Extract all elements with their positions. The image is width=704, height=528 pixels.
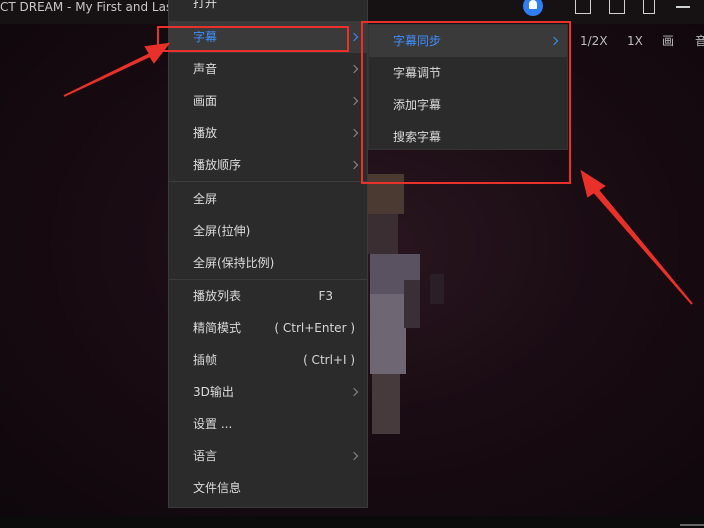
bottom-control-strip bbox=[0, 516, 704, 528]
annotation-arrows bbox=[63, 42, 693, 305]
arrow-right-annotation bbox=[580, 169, 693, 305]
arrow-left-annotation bbox=[63, 42, 171, 97]
progress-indicator bbox=[680, 524, 704, 526]
